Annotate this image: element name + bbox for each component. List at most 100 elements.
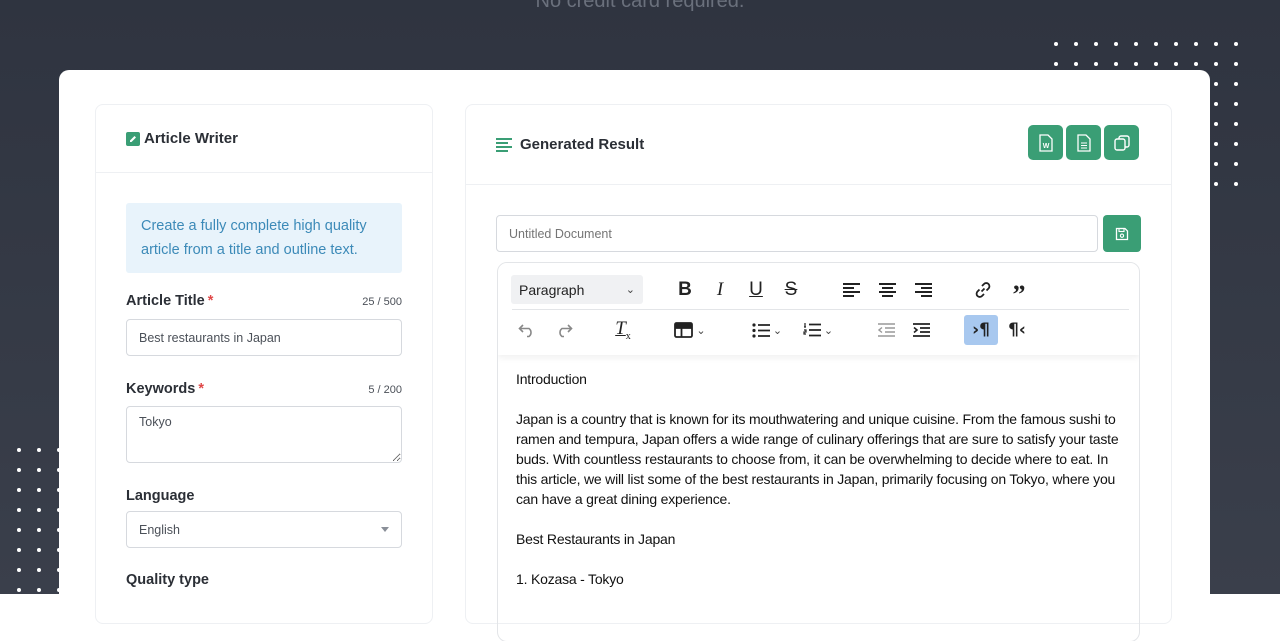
edit-icon xyxy=(126,131,140,146)
rtl-icon: ¶‹ xyxy=(1008,320,1026,340)
article-title-label: Article Title * xyxy=(126,293,214,309)
decorative-dot xyxy=(1054,62,1058,66)
decorative-dot xyxy=(1074,62,1078,66)
block-format-select[interactable]: Paragraph ⌄ xyxy=(511,275,643,304)
align-center-icon xyxy=(878,283,896,297)
decorative-dot xyxy=(1214,82,1218,86)
blockquote-icon: ” xyxy=(1012,280,1026,309)
decorative-dot xyxy=(1054,42,1058,46)
redo-button[interactable] xyxy=(547,315,581,345)
decorative-dot xyxy=(37,548,41,552)
bold-button[interactable]: B xyxy=(668,275,702,305)
italic-button[interactable]: I xyxy=(703,275,737,305)
bold-icon: B xyxy=(678,279,692,300)
generated-result-header: Generated Result W xyxy=(466,105,1171,185)
clear-formatting-button[interactable]: Tx xyxy=(606,315,640,345)
decorative-dot xyxy=(37,528,41,532)
blockquote-button[interactable]: ” xyxy=(1002,275,1036,309)
decorative-dot xyxy=(1114,42,1118,46)
align-right-button[interactable] xyxy=(906,275,940,305)
decorative-dot xyxy=(1214,122,1218,126)
link-icon xyxy=(975,282,991,298)
svg-text:W: W xyxy=(1042,143,1049,150)
decorative-dot xyxy=(1214,102,1218,106)
decorative-dot xyxy=(17,468,21,472)
decorative-dot xyxy=(1214,182,1218,186)
decorative-dot xyxy=(37,468,41,472)
decorative-dot xyxy=(1214,142,1218,146)
hero-subtitle: No credit card required. xyxy=(535,0,745,12)
content-paragraph: Best Restaurants in Japan xyxy=(516,531,676,547)
content-paragraph: 1. Kozasa - Tokyo xyxy=(516,571,624,587)
decorative-dot xyxy=(1194,62,1198,66)
save-document-button[interactable] xyxy=(1103,215,1141,252)
copy-icon xyxy=(1113,134,1130,151)
decorative-dot xyxy=(1154,42,1158,46)
decorative-dot xyxy=(1154,62,1158,66)
decorative-dot xyxy=(1174,42,1178,46)
quality-type-label: Quality type xyxy=(126,572,209,588)
table-button[interactable]: ⌄ xyxy=(668,315,712,345)
decorative-dot xyxy=(1114,62,1118,66)
decorative-dot xyxy=(1074,42,1078,46)
decorative-dot xyxy=(17,528,21,532)
generated-result-panel: Generated Result W Untitled Document Par… xyxy=(465,104,1172,641)
panel-title: Article Writer xyxy=(144,130,238,147)
document-export-icon xyxy=(1076,133,1091,152)
decorative-dot xyxy=(17,548,21,552)
decorative-dot xyxy=(1234,82,1238,86)
editor-content[interactable]: Introduction Japan is a country that is … xyxy=(516,369,1128,609)
decorative-dot xyxy=(37,488,41,492)
redo-icon xyxy=(559,324,573,338)
decorative-dot xyxy=(1134,42,1138,46)
dropdown-caret-icon xyxy=(381,527,389,532)
keywords-textarea[interactable]: Tokyo xyxy=(126,406,402,463)
undo-button[interactable] xyxy=(510,315,544,345)
language-select[interactable]: English xyxy=(126,511,402,548)
decorative-dot xyxy=(1214,162,1218,166)
decorative-dot xyxy=(17,488,21,492)
ltr-direction-button[interactable]: ›¶ xyxy=(964,315,998,345)
outdent-button[interactable] xyxy=(869,315,903,345)
language-selected: English xyxy=(139,522,180,537)
content-paragraph: Japan is a country that is known for its… xyxy=(516,411,1119,507)
chevron-down-icon: ⌄ xyxy=(625,283,635,296)
rtl-direction-button[interactable]: ¶‹ xyxy=(1000,315,1034,345)
word-export-icon: W xyxy=(1038,133,1053,152)
link-button[interactable] xyxy=(966,275,1000,305)
align-left-button[interactable] xyxy=(834,275,868,305)
rich-text-editor[interactable]: Paragraph ⌄ B I U S ” Tx ⌄ ⌄ ⌄ ›¶ ¶‹ Int… xyxy=(497,262,1140,641)
text-lines-icon xyxy=(496,137,512,152)
decorative-dot xyxy=(37,448,41,452)
undo-icon xyxy=(518,324,532,338)
export-word-button[interactable]: W xyxy=(1028,125,1063,160)
decorative-dot xyxy=(1234,122,1238,126)
indent-button[interactable] xyxy=(904,315,938,345)
keywords-counter: 5 / 200 xyxy=(368,384,402,396)
strikethrough-button[interactable]: S xyxy=(774,275,808,305)
align-center-button[interactable] xyxy=(870,275,904,305)
document-name-input[interactable] xyxy=(496,215,1098,252)
table-icon xyxy=(674,322,694,338)
underline-button[interactable]: U xyxy=(739,275,773,305)
strikethrough-icon: S xyxy=(784,279,798,300)
decorative-dot xyxy=(17,588,21,592)
decorative-dot xyxy=(1234,142,1238,146)
export-document-button[interactable] xyxy=(1066,125,1101,160)
align-left-icon xyxy=(842,283,860,297)
decorative-dot xyxy=(1194,42,1198,46)
article-writer-header: Article Writer xyxy=(96,105,432,173)
align-right-icon xyxy=(914,283,932,297)
italic-icon: I xyxy=(716,279,724,300)
toolbar-divider xyxy=(512,309,1129,310)
info-box: Create a fully complete high quality art… xyxy=(126,203,402,273)
copy-button[interactable] xyxy=(1104,125,1139,160)
article-title-input[interactable] xyxy=(126,319,402,356)
decorative-dot xyxy=(37,568,41,572)
decorative-dot xyxy=(1234,62,1238,66)
decorative-dot xyxy=(1174,62,1178,66)
decorative-dot xyxy=(1234,162,1238,166)
article-writer-panel: Article Writer Create a fully complete h… xyxy=(95,104,433,624)
bulleted-list-button[interactable]: ⌄ xyxy=(744,315,790,345)
numbered-list-button[interactable]: ⌄ xyxy=(795,315,841,345)
